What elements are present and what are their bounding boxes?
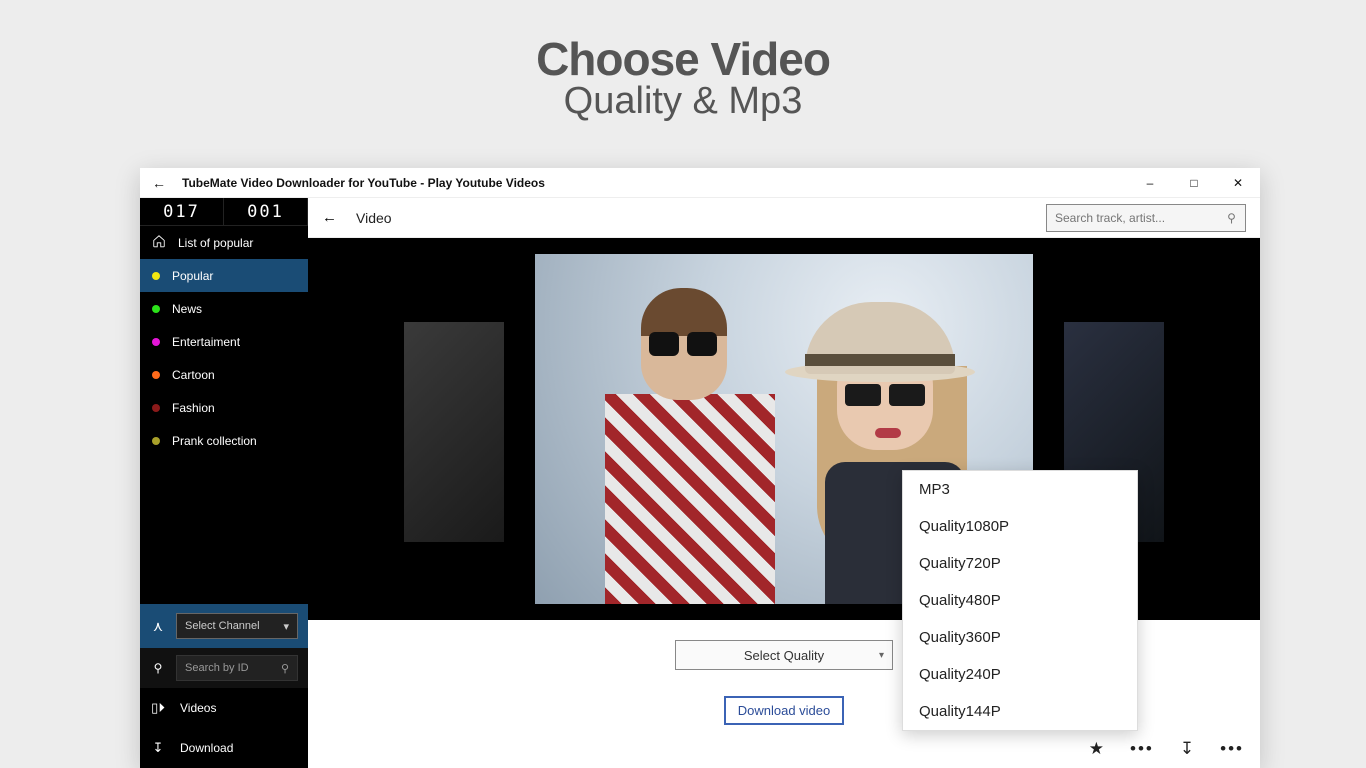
hero-subtitle: Quality & Mp3 — [0, 80, 1366, 123]
remote-icon: ⋏ — [150, 618, 166, 635]
download-action-button[interactable]: ↧ — [1180, 739, 1194, 759]
sidebar-download[interactable]: ↧ Download — [140, 728, 308, 768]
titlebar: ← TubeMate Video Downloader for YouTube … — [140, 168, 1260, 198]
sidebar-item-label: News — [172, 302, 202, 316]
select-quality-label: Select Quality — [744, 648, 824, 663]
sidebar-videos[interactable]: ▯⏵ Videos — [140, 688, 308, 728]
quality-option-720p[interactable]: Quality720P — [903, 545, 1137, 582]
download-video-button[interactable]: Download video — [724, 696, 845, 725]
dot-icon — [152, 305, 160, 313]
select-quality-dropdown[interactable]: Select Quality ▾ — [675, 640, 893, 670]
sidebar-item-fashion[interactable]: Fashion — [140, 391, 308, 424]
topbar: ← Video ⚲ — [308, 198, 1260, 238]
sidebar-item-label: Prank collection — [172, 434, 257, 448]
sidebar-item-popular[interactable]: Popular — [140, 259, 308, 292]
select-channel-dropdown[interactable]: Select Channel ▾ — [176, 613, 298, 639]
search-icon: ⚲ — [150, 661, 166, 675]
sidebar-item-label: List of popular — [178, 236, 253, 250]
dot-icon — [152, 404, 160, 412]
titlebar-back-button[interactable]: ← — [140, 175, 178, 191]
sidebar-item-list-of-popular[interactable]: List of popular — [140, 226, 308, 259]
search-submit-icon: ⚲ — [281, 662, 289, 675]
dot-icon — [152, 371, 160, 379]
prev-video-thumbnail[interactable] — [404, 322, 504, 542]
action-bar: ★ ••• ↧ ••• — [1073, 730, 1260, 768]
hero-title: Choose Video — [0, 32, 1366, 86]
counter-left: 017 — [140, 198, 224, 225]
counters: 017 001 — [140, 198, 308, 226]
sidebar-videos-label: Videos — [180, 701, 216, 715]
download-button-label: Download video — [738, 703, 831, 718]
quality-option-mp3[interactable]: MP3 — [903, 471, 1137, 508]
search-id-input[interactable]: Search by ID ⚲ — [176, 655, 298, 681]
sidebar-item-news[interactable]: News — [140, 292, 308, 325]
maximize-button[interactable]: □ — [1172, 176, 1216, 190]
hero-heading: Choose Video Quality & Mp3 — [0, 0, 1366, 123]
search-icon[interactable]: ⚲ — [1218, 211, 1245, 225]
close-button[interactable]: ✕ — [1216, 176, 1260, 190]
select-channel-label: Select Channel — [185, 620, 260, 632]
sidebar-item-label: Popular — [172, 269, 213, 283]
sidebar-item-prank[interactable]: Prank collection — [140, 424, 308, 457]
sidebar-item-cartoon[interactable]: Cartoon — [140, 358, 308, 391]
back-button[interactable]: ← — [322, 209, 342, 226]
search-id-placeholder: Search by ID — [185, 662, 249, 674]
sidebar-item-label: Entertaiment — [172, 335, 240, 349]
favorite-button[interactable]: ★ — [1089, 739, 1104, 759]
sidebar-item-label: Cartoon — [172, 368, 215, 382]
quality-dropdown-menu: MP3 Quality1080P Quality720P Quality480P… — [902, 470, 1138, 731]
window-title: TubeMate Video Downloader for YouTube - … — [178, 176, 1128, 190]
search-box[interactable]: ⚲ — [1046, 204, 1246, 232]
sidebar-item-entertainment[interactable]: Entertaiment — [140, 325, 308, 358]
camera-icon: ▯⏵ — [150, 700, 166, 716]
sidebar-download-label: Download — [180, 741, 233, 755]
breadcrumb: Video — [356, 210, 1032, 226]
quality-option-144p[interactable]: Quality144P — [903, 693, 1137, 730]
counter-right: 001 — [224, 198, 308, 225]
more-button-1[interactable]: ••• — [1130, 739, 1154, 759]
quality-option-480p[interactable]: Quality480P — [903, 582, 1137, 619]
dot-icon — [152, 272, 160, 280]
quality-option-1080p[interactable]: Quality1080P — [903, 508, 1137, 545]
dot-icon — [152, 437, 160, 445]
search-input[interactable] — [1047, 211, 1218, 225]
quality-option-360p[interactable]: Quality360P — [903, 619, 1137, 656]
minimize-button[interactable]: ‒ — [1128, 176, 1172, 190]
sidebar: 017 001 List of popular Popular News — [140, 198, 308, 768]
sidebar-nav: List of popular Popular News Entertaimen… — [140, 226, 308, 604]
sidebar-item-label: Fashion — [172, 401, 215, 415]
more-button-2[interactable]: ••• — [1220, 739, 1244, 759]
select-channel-row: ⋏ Select Channel ▾ — [140, 604, 308, 648]
home-icon — [152, 234, 166, 251]
chevron-down-icon: ▾ — [283, 620, 289, 633]
chevron-down-icon: ▾ — [879, 650, 884, 661]
quality-option-240p[interactable]: Quality240P — [903, 656, 1137, 693]
search-id-row: ⚲ Search by ID ⚲ — [140, 648, 308, 688]
download-icon: ↧ — [150, 740, 166, 756]
dot-icon — [152, 338, 160, 346]
